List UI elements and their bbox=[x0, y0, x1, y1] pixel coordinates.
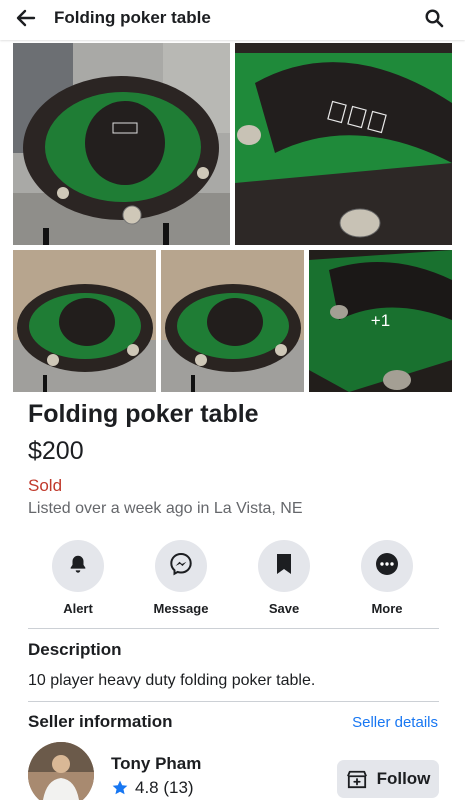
follow-button[interactable]: Follow bbox=[337, 760, 439, 798]
listing-photo-2[interactable] bbox=[235, 43, 452, 245]
divider bbox=[28, 628, 439, 629]
more-label: More bbox=[371, 601, 403, 616]
alert-label: Alert bbox=[63, 601, 93, 616]
save-label: Save bbox=[268, 601, 300, 616]
bell-icon bbox=[67, 553, 89, 580]
message-button[interactable]: Message bbox=[141, 540, 221, 616]
star-icon bbox=[111, 779, 129, 797]
alert-circle bbox=[52, 540, 104, 592]
search-button[interactable] bbox=[421, 6, 447, 34]
listing-photo-3[interactable] bbox=[13, 250, 156, 392]
description-text: 10 player heavy duty folding poker table… bbox=[28, 672, 316, 689]
listing-photo-5[interactable]: +1 bbox=[309, 250, 452, 392]
follow-store-icon bbox=[346, 769, 368, 789]
message-circle bbox=[155, 540, 207, 592]
listing-price: $200 bbox=[28, 437, 84, 465]
back-button[interactable] bbox=[12, 6, 40, 34]
save-button[interactable]: Save bbox=[244, 540, 324, 616]
arrow-left-icon bbox=[14, 6, 38, 35]
seller-details-link[interactable]: Seller details bbox=[352, 714, 438, 731]
listed-info: Listed over a week ago in La Vista, NE bbox=[28, 500, 303, 517]
seller-rating: 4.8 (13) bbox=[111, 778, 194, 798]
description-title: Description bbox=[28, 640, 122, 659]
seller-name[interactable]: Tony Pham bbox=[111, 754, 201, 774]
listing-photo-4[interactable] bbox=[161, 250, 304, 392]
status-badge: Sold bbox=[28, 476, 63, 495]
rating-value: 4.8 (13) bbox=[135, 778, 194, 797]
messenger-icon bbox=[169, 552, 193, 581]
alert-button[interactable]: Alert bbox=[38, 540, 118, 616]
listing-title: Folding poker table bbox=[28, 400, 259, 428]
save-circle bbox=[258, 540, 310, 592]
avatar[interactable] bbox=[28, 742, 94, 800]
more-circle bbox=[361, 540, 413, 592]
more-button[interactable]: More bbox=[347, 540, 427, 616]
divider bbox=[28, 701, 439, 702]
marketplace-listing-page: Folding poker table +1 Folding poker tab… bbox=[0, 0, 465, 800]
search-icon bbox=[424, 8, 444, 33]
listing-photo-1[interactable] bbox=[13, 43, 230, 245]
top-app-bar: Folding poker table bbox=[0, 0, 465, 40]
bookmark-icon bbox=[274, 552, 294, 581]
more-photos-count: +1 bbox=[309, 250, 452, 392]
follow-label: Follow bbox=[376, 769, 431, 788]
more-dots-icon bbox=[375, 552, 399, 581]
message-label: Message bbox=[153, 601, 209, 616]
page-title: Folding poker table bbox=[54, 8, 211, 27]
seller-section-title: Seller information bbox=[28, 712, 173, 731]
